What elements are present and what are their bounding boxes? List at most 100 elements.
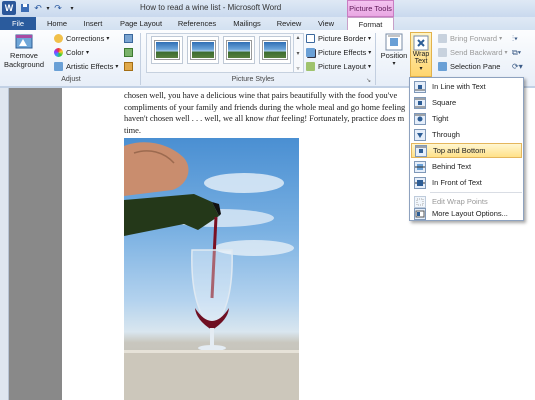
wrap-text-menu: In Line with Text Square Tight Through T… xyxy=(409,77,524,221)
wrap-option-in-line[interactable]: In Line with Text xyxy=(411,79,522,94)
picture-style-thumb[interactable] xyxy=(223,36,255,64)
remove-background-line1: Remove xyxy=(10,51,38,60)
tab-home[interactable]: Home xyxy=(42,17,72,30)
chevron-down-icon: ▾ xyxy=(115,64,119,70)
scroll-up-icon[interactable]: ▴ xyxy=(296,34,299,41)
color-label: Color xyxy=(66,48,84,57)
wrap-option-tight[interactable]: Tight xyxy=(411,111,522,126)
picture-style-thumb[interactable] xyxy=(187,36,219,64)
square-wrap-icon xyxy=(414,96,426,109)
text-emphasis: does xyxy=(380,114,396,123)
chevron-down-icon: ▾ xyxy=(419,66,423,72)
redo-icon[interactable]: ↷ xyxy=(52,2,64,14)
remove-background-icon xyxy=(15,34,33,49)
picture-layout-icon xyxy=(306,62,315,71)
menu-item-label: Tight xyxy=(432,114,449,123)
wrap-option-in-front-of-text[interactable]: In Front of Text xyxy=(411,175,522,190)
send-backward-button[interactable]: Send Backward ▾ xyxy=(438,48,508,57)
picture-style-thumb[interactable] xyxy=(151,36,183,64)
text-span: haven't chosen well . . . well, we all k… xyxy=(124,114,266,123)
text-line: haven't chosen well . . . well, we all k… xyxy=(124,113,444,125)
selection-pane-button[interactable]: Selection Pane xyxy=(438,62,500,71)
save-icon[interactable] xyxy=(19,2,31,14)
scroll-down-icon[interactable]: ▾ xyxy=(296,50,299,57)
tab-references[interactable]: References xyxy=(174,17,220,30)
wrap-option-square[interactable]: Square xyxy=(411,95,522,110)
reset-picture-icon[interactable] xyxy=(124,62,133,71)
wrap-option-more-layout[interactable]: More Layout Options... xyxy=(411,206,522,221)
wine-pour-photo[interactable] xyxy=(124,138,299,400)
tab-page-layout[interactable]: Page Layout xyxy=(115,17,167,30)
menu-item-label: In Line with Text xyxy=(432,82,486,91)
picture-effects-button[interactable]: Picture Effects ▾ xyxy=(306,48,371,57)
bring-forward-icon xyxy=(438,34,447,43)
bring-forward-label: Bring Forward xyxy=(450,34,498,43)
wrap-option-through[interactable]: Through xyxy=(411,127,522,142)
selection-pane-icon xyxy=(438,62,447,71)
chevron-down-icon: ▾ xyxy=(367,64,371,70)
in-front-text-icon xyxy=(414,176,426,189)
word-app-icon[interactable]: W xyxy=(2,1,16,15)
tab-mailings[interactable]: Mailings xyxy=(228,17,266,30)
wrap-text-button[interactable]: Wrap Text ▾ xyxy=(410,32,432,77)
picture-tools-header: Picture Tools xyxy=(347,0,394,17)
picture-border-button[interactable]: Picture Border ▾ xyxy=(306,34,371,43)
align-icon[interactable]: ⫶▾ xyxy=(512,34,518,44)
position-label: Position xyxy=(380,51,408,60)
picture-styles-group-label: Picture Styles xyxy=(231,76,275,83)
corrections-button[interactable]: Corrections ▾ xyxy=(54,34,109,43)
customize-qat-icon[interactable]: ▾ xyxy=(66,2,78,14)
compress-pictures-icon[interactable] xyxy=(124,34,133,43)
group-icon[interactable]: ⧉▾ xyxy=(512,48,521,58)
color-icon xyxy=(54,48,63,57)
artistic-effects-label: Artistic Effects xyxy=(66,62,114,71)
dialog-launcher-icon[interactable]: ↘ xyxy=(366,77,371,84)
tab-view[interactable]: View xyxy=(313,17,339,30)
position-button[interactable]: Position ▾ xyxy=(380,33,408,73)
chevron-down-icon: ▾ xyxy=(85,50,89,56)
picture-border-label: Picture Border xyxy=(318,34,366,43)
document-body-text[interactable]: chosen well, you have a delicious wine t… xyxy=(124,90,444,136)
picture-layout-button[interactable]: Picture Layout ▾ xyxy=(306,62,371,71)
top-bottom-wrap-icon xyxy=(415,144,427,157)
wrap-option-top-and-bottom[interactable]: Top and Bottom xyxy=(411,143,522,158)
corrections-label: Corrections xyxy=(66,34,105,43)
picture-style-thumb[interactable] xyxy=(259,36,291,64)
tab-insert[interactable]: Insert xyxy=(78,17,108,30)
group-separator xyxy=(375,33,376,85)
chevron-down-icon: ▾ xyxy=(368,50,372,56)
menu-item-label: Square xyxy=(432,98,457,107)
menu-item-label: Top and Bottom xyxy=(433,146,486,155)
chevron-down-icon: ▾ xyxy=(367,36,371,42)
tab-format[interactable]: Format xyxy=(347,17,394,30)
artistic-effects-button[interactable]: Artistic Effects ▾ xyxy=(54,62,118,71)
bring-forward-button[interactable]: Bring Forward ▾ xyxy=(438,34,502,43)
menu-item-label: Edit Wrap Points xyxy=(432,197,488,206)
position-icon xyxy=(385,33,403,51)
selection-pane-label: Selection Pane xyxy=(450,62,501,71)
through-wrap-icon xyxy=(414,128,426,141)
menu-item-label: More Layout Options... xyxy=(432,209,508,218)
chevron-down-icon: ▾ xyxy=(392,61,396,67)
picture-layout-label: Picture Layout xyxy=(318,62,366,71)
remove-background-button[interactable]: Remove Background xyxy=(4,33,44,77)
group-separator xyxy=(140,33,141,85)
text-emphasis: that xyxy=(266,114,280,123)
picture-effects-icon xyxy=(306,48,315,57)
adjust-group-label: Adjust xyxy=(61,76,81,83)
menu-item-label: Through xyxy=(432,130,460,139)
gallery-more-icon[interactable]: ▿ xyxy=(296,65,299,72)
text-line: time. xyxy=(124,125,141,135)
gallery-scroll[interactable]: ▴ ▾ ▿ xyxy=(293,34,302,72)
color-button[interactable]: Color ▾ xyxy=(54,48,89,57)
rotate-icon[interactable]: ⟳▾ xyxy=(512,62,523,71)
tab-review[interactable]: Review xyxy=(274,17,304,30)
chevron-down-icon: ▾ xyxy=(504,50,508,56)
wrap-option-behind-text[interactable]: Behind Text xyxy=(411,159,522,174)
send-backward-icon xyxy=(438,48,447,57)
photo-illustration xyxy=(124,142,299,400)
behind-text-icon xyxy=(414,160,426,173)
tab-file[interactable]: File xyxy=(0,17,36,30)
in-line-icon xyxy=(414,80,426,93)
change-picture-icon[interactable] xyxy=(124,48,133,57)
